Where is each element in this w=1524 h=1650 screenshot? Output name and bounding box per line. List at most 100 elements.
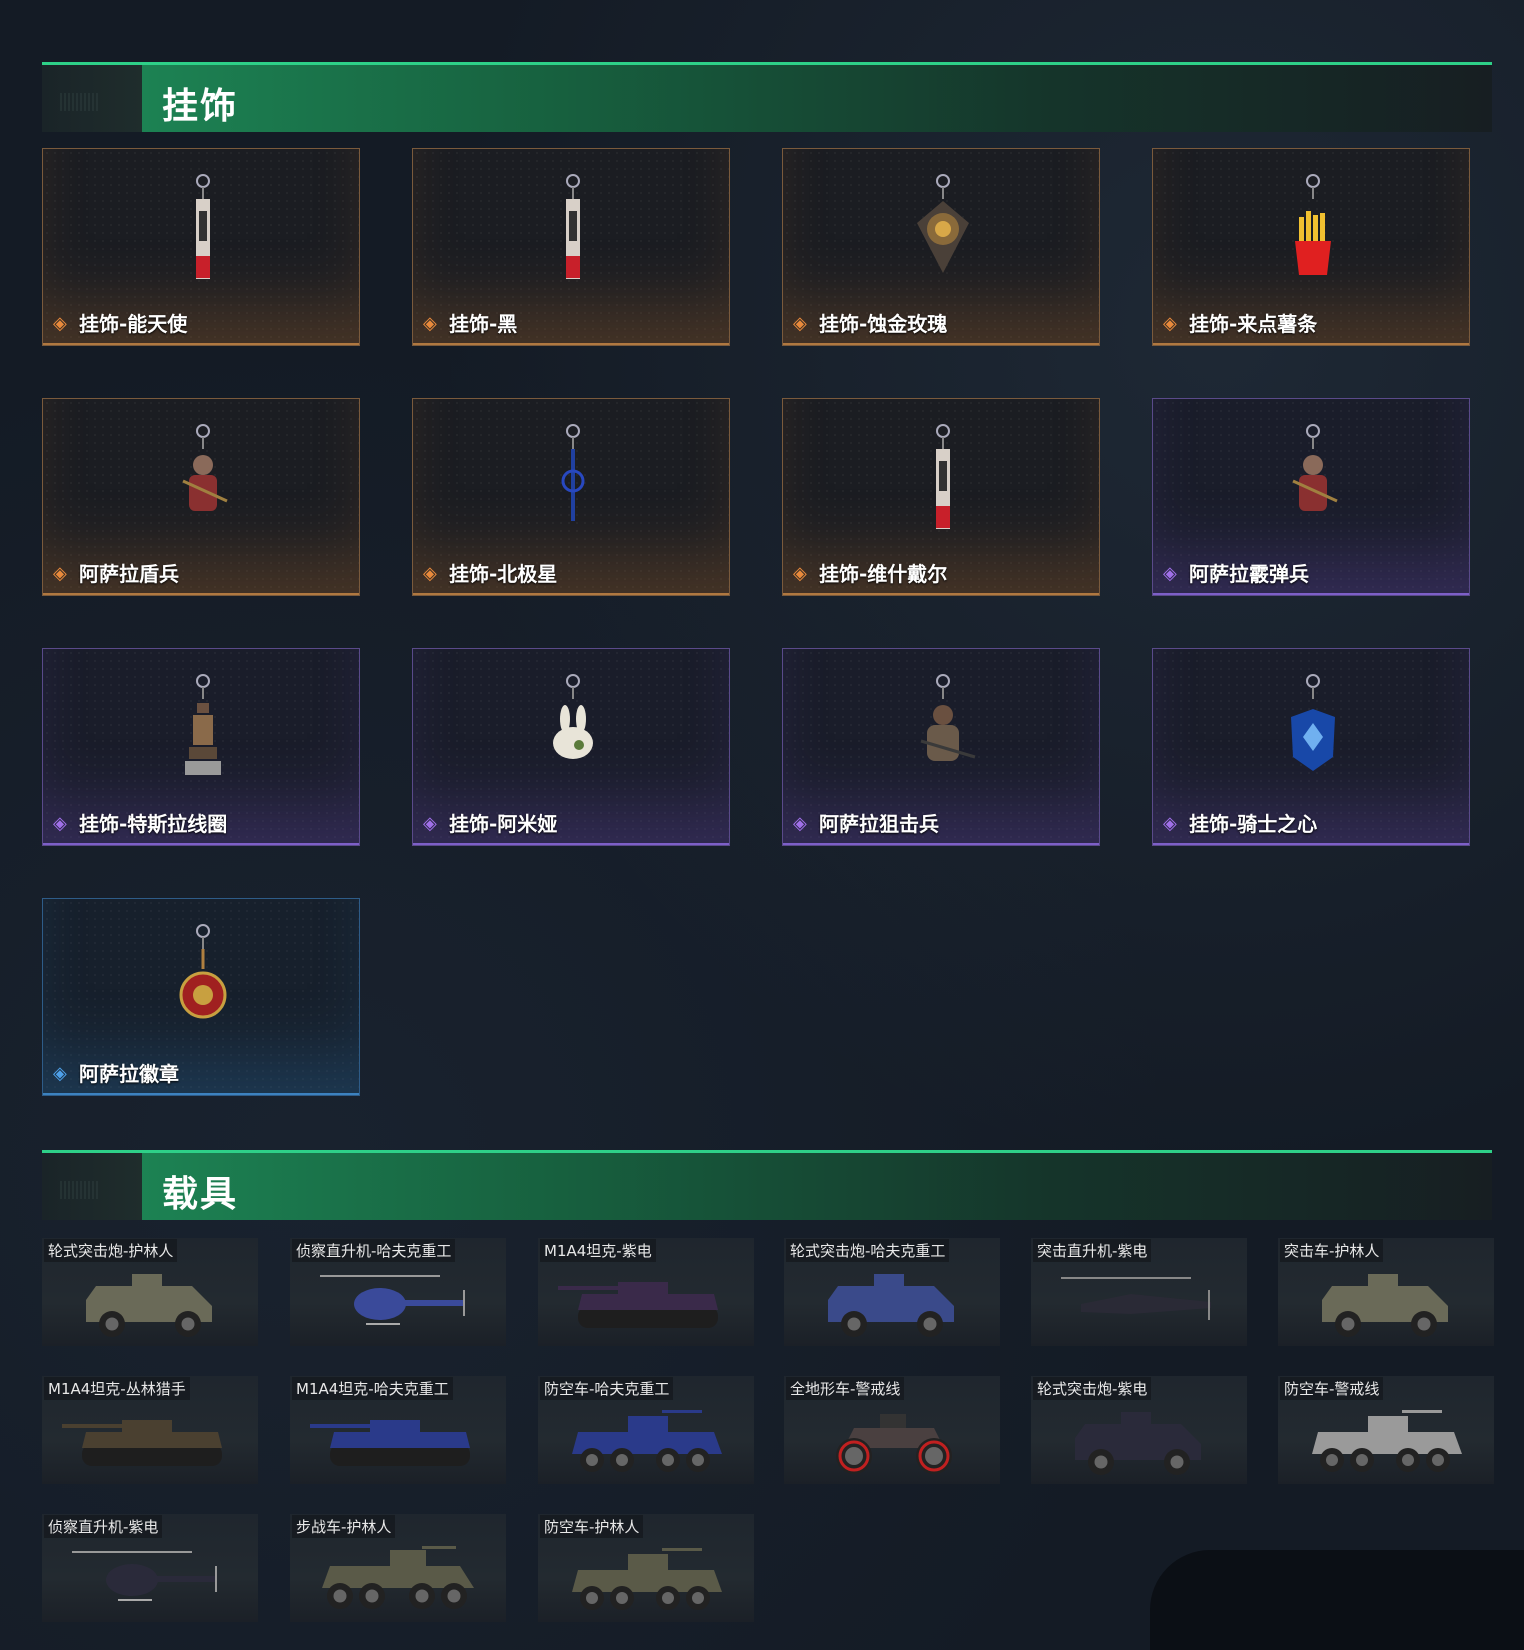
rarity-diamond-icon: ◈ bbox=[793, 313, 807, 334]
helicopter-icon bbox=[320, 1275, 465, 1325]
rarity-diamond-icon: ◈ bbox=[53, 1063, 67, 1084]
bunny-icon bbox=[553, 674, 593, 759]
vehicle-tile[interactable]: 突击车-护林人 bbox=[1278, 1238, 1494, 1346]
vehicle-label: M1A4坦克-紫电 bbox=[540, 1239, 656, 1262]
charm-card[interactable]: ◈ 阿萨拉狙击兵 bbox=[782, 648, 1100, 846]
charm-label: 挂饰-特斯拉线圈 bbox=[79, 812, 228, 836]
charm-card[interactable]: ◈ 挂饰-维什戴尔 bbox=[782, 398, 1100, 596]
armored-car-icon bbox=[828, 1274, 954, 1337]
charm-label: 挂饰-阿米娅 bbox=[449, 812, 558, 836]
tesla-coil-icon bbox=[185, 674, 221, 775]
corner-overlay bbox=[1150, 1550, 1524, 1650]
vehicle-tile[interactable]: 防空车-警戒线 bbox=[1278, 1376, 1494, 1484]
rarity-diamond-icon: ◈ bbox=[53, 313, 67, 334]
aa-vehicle-icon bbox=[1312, 1410, 1462, 1472]
blue-keychain-icon bbox=[561, 424, 585, 521]
charm-label: 阿萨拉盾兵 bbox=[79, 562, 179, 586]
tag-charm-icon bbox=[566, 174, 580, 279]
tank-icon bbox=[310, 1420, 470, 1466]
tank-icon bbox=[558, 1282, 718, 1328]
charm-card[interactable]: ◈ 阿萨拉霰弹兵 bbox=[1152, 398, 1470, 596]
soldier-figure-icon bbox=[182, 424, 228, 511]
rarity-bar bbox=[1153, 343, 1469, 345]
rarity-bar bbox=[783, 593, 1099, 595]
vehicle-tile[interactable]: 防空车-哈夫克重工 bbox=[538, 1376, 754, 1484]
vehicle-label: 侦察直升机-哈夫克重工 bbox=[292, 1239, 456, 1262]
rarity-diamond-icon: ◈ bbox=[1163, 563, 1177, 584]
vehicle-tile[interactable]: M1A4坦克-哈夫克重工 bbox=[290, 1376, 506, 1484]
badge-medal-icon bbox=[179, 924, 227, 1019]
soldier-figure-icon bbox=[1292, 424, 1338, 511]
rarity-diamond-icon: ◈ bbox=[423, 313, 437, 334]
vehicle-label: M1A4坦克-丛林猎手 bbox=[44, 1377, 190, 1400]
helicopter-icon bbox=[72, 1551, 217, 1601]
rarity-diamond-icon: ◈ bbox=[53, 813, 67, 834]
charm-label: 挂饰-来点薯条 bbox=[1189, 312, 1318, 336]
shield-icon bbox=[1291, 674, 1335, 771]
header-notch bbox=[42, 65, 142, 132]
rarity-bar bbox=[43, 593, 359, 595]
charm-card[interactable]: ◈ 挂饰-能天使 bbox=[42, 148, 360, 346]
charm-card[interactable]: ◈ 挂饰-阿米娅 bbox=[412, 648, 730, 846]
section-title-vehicles: 载具 bbox=[162, 1174, 239, 1215]
rarity-diamond-icon: ◈ bbox=[1163, 813, 1177, 834]
rarity-diamond-icon: ◈ bbox=[1163, 313, 1177, 334]
vehicle-tile[interactable]: 突击直升机-紫电 bbox=[1031, 1238, 1247, 1346]
vehicle-tile[interactable]: M1A4坦克-丛林猎手 bbox=[42, 1376, 258, 1484]
aa-vehicle-icon bbox=[572, 1548, 722, 1610]
vehicle-tile[interactable]: 步战车-护林人 bbox=[290, 1514, 506, 1622]
rarity-diamond-icon: ◈ bbox=[423, 563, 437, 584]
vehicle-tile[interactable]: 轮式突击炮-紫电 bbox=[1031, 1376, 1247, 1484]
rarity-diamond-icon: ◈ bbox=[53, 563, 67, 584]
rarity-bar bbox=[783, 343, 1099, 345]
charm-label: 挂饰-黑 bbox=[449, 312, 518, 336]
rarity-bar bbox=[413, 593, 729, 595]
charm-card[interactable]: ◈ 阿萨拉徽章 bbox=[42, 898, 360, 1096]
vehicle-label: 突击车-护林人 bbox=[1280, 1239, 1384, 1262]
rarity-diamond-icon: ◈ bbox=[793, 813, 807, 834]
charm-label: 挂饰-骑士之心 bbox=[1189, 812, 1318, 836]
vehicles-section-header: 载具 bbox=[42, 1150, 1492, 1220]
rose-medallion-icon bbox=[917, 174, 969, 273]
vehicle-tile[interactable]: 全地形车-警戒线 bbox=[784, 1376, 1000, 1484]
vehicle-label: 防空车-哈夫克重工 bbox=[540, 1377, 674, 1400]
header-notch bbox=[42, 1153, 142, 1220]
sniper-figure-icon bbox=[920, 674, 976, 761]
vehicle-label: 轮式突击炮-哈夫克重工 bbox=[786, 1239, 950, 1262]
vehicle-tile[interactable]: 轮式突击炮-哈夫克重工 bbox=[784, 1238, 1000, 1346]
rarity-diamond-icon: ◈ bbox=[423, 813, 437, 834]
charm-label: 挂饰-能天使 bbox=[79, 312, 188, 336]
charm-card[interactable]: ◈ 挂饰-北极星 bbox=[412, 398, 730, 596]
ifv-icon bbox=[322, 1546, 474, 1609]
vehicle-label: 防空车-护林人 bbox=[540, 1515, 644, 1538]
charm-card[interactable]: ◈ 挂饰-骑士之心 bbox=[1152, 648, 1470, 846]
rarity-bar bbox=[43, 1093, 359, 1095]
charm-label: 阿萨拉霰弹兵 bbox=[1189, 562, 1309, 586]
charm-card[interactable]: ◈ 挂饰-特斯拉线圈 bbox=[42, 648, 360, 846]
charm-card[interactable]: ◈ 阿萨拉盾兵 bbox=[42, 398, 360, 596]
charm-label: 阿萨拉徽章 bbox=[79, 1062, 179, 1086]
charm-label: 挂饰-蚀金玫瑰 bbox=[819, 312, 948, 336]
charm-label: 挂饰-维什戴尔 bbox=[819, 562, 948, 586]
charm-card[interactable]: ◈ 挂饰-黑 bbox=[412, 148, 730, 346]
vehicle-tile[interactable]: M1A4坦克-紫电 bbox=[538, 1238, 754, 1346]
tag-charm-icon bbox=[936, 424, 950, 529]
rarity-bar bbox=[413, 843, 729, 845]
rarity-bar bbox=[43, 343, 359, 345]
vehicle-tile[interactable]: 侦察直升机-紫电 bbox=[42, 1514, 258, 1622]
armored-car-icon bbox=[86, 1274, 212, 1337]
vehicle-tile[interactable]: 轮式突击炮-护林人 bbox=[42, 1238, 258, 1346]
vehicle-label: 突击直升机-紫电 bbox=[1033, 1239, 1152, 1262]
vehicle-label: M1A4坦克-哈夫克重工 bbox=[292, 1377, 453, 1400]
vehicle-tile[interactable]: 侦察直升机-哈夫克重工 bbox=[290, 1238, 506, 1346]
vehicle-tile[interactable]: 防空车-护林人 bbox=[538, 1514, 754, 1622]
charm-card[interactable]: ◈ 挂饰-来点薯条 bbox=[1152, 148, 1470, 346]
rarity-bar bbox=[783, 843, 1099, 845]
rarity-diamond-icon: ◈ bbox=[793, 563, 807, 584]
attack-helicopter-icon bbox=[1061, 1277, 1211, 1320]
charm-label: 挂饰-北极星 bbox=[449, 562, 558, 586]
armored-car-icon bbox=[1322, 1274, 1448, 1337]
rarity-bar bbox=[43, 843, 359, 845]
section-title-charms: 挂饰 bbox=[162, 86, 239, 127]
charm-card[interactable]: ◈ 挂饰-蚀金玫瑰 bbox=[782, 148, 1100, 346]
